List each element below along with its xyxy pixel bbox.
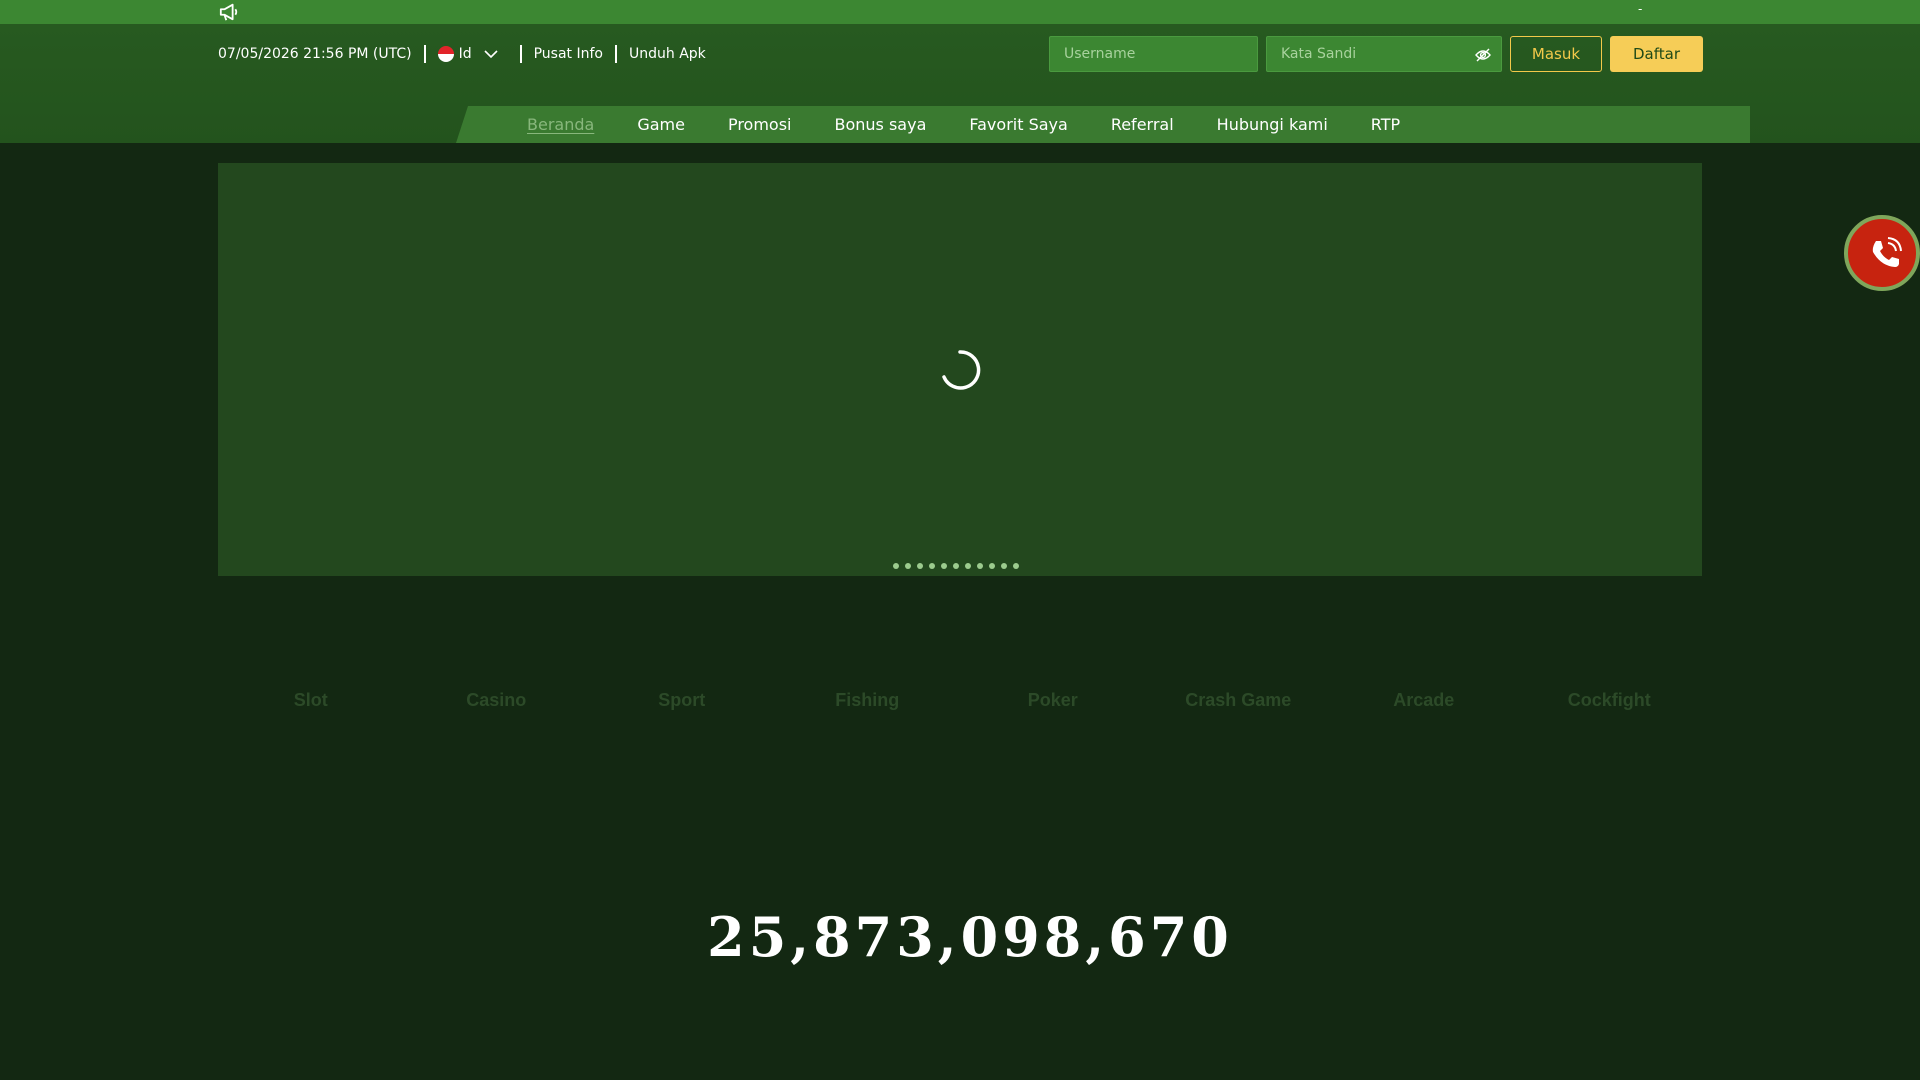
phone-icon bbox=[1872, 237, 1902, 267]
register-button[interactable]: Daftar bbox=[1610, 36, 1703, 72]
carousel-dot[interactable] bbox=[929, 563, 935, 569]
nav-item-bonus-saya[interactable]: Bonus saya bbox=[835, 115, 927, 134]
carousel-dot[interactable] bbox=[1013, 563, 1019, 569]
login-button[interactable]: Masuk bbox=[1510, 36, 1602, 72]
game-category-tabs: Slot Casino Sport Fishing Poker Crash Ga… bbox=[218, 690, 1702, 720]
chevron-down-icon bbox=[484, 50, 498, 59]
megaphone-icon bbox=[219, 3, 238, 21]
nav-item-hubungi-kami[interactable]: Hubungi kami bbox=[1217, 115, 1328, 134]
eye-off-icon[interactable] bbox=[1475, 47, 1491, 63]
carousel-pagination bbox=[893, 563, 1025, 569]
nav-item-referral[interactable]: Referral bbox=[1111, 115, 1174, 134]
carousel-dot[interactable] bbox=[1001, 563, 1007, 569]
jackpot-counter: 25,873,098,670 bbox=[707, 905, 1233, 969]
announcement-bar: - bbox=[0, 0, 1920, 24]
category-fishing[interactable]: Fishing bbox=[775, 690, 961, 720]
category-cockfight[interactable]: Cockfight bbox=[1517, 690, 1703, 720]
divider bbox=[615, 45, 617, 63]
category-crash-game[interactable]: Crash Game bbox=[1146, 690, 1332, 720]
category-slot[interactable]: Slot bbox=[218, 690, 404, 720]
nav-item-favorit-saya[interactable]: Favorit Saya bbox=[969, 115, 1067, 134]
carousel-dot[interactable] bbox=[965, 563, 971, 569]
password-field[interactable] bbox=[1266, 36, 1502, 72]
carousel-dot[interactable] bbox=[893, 563, 899, 569]
username-input[interactable] bbox=[1064, 46, 1243, 62]
username-field[interactable] bbox=[1049, 36, 1258, 72]
category-poker[interactable]: Poker bbox=[960, 690, 1146, 720]
pusat-info-link[interactable]: Pusat Info bbox=[534, 46, 603, 62]
call-button[interactable] bbox=[1844, 215, 1920, 291]
nav-items: Beranda Game Promosi Bonus saya Favorit … bbox=[527, 106, 1443, 143]
language-selector[interactable]: Id bbox=[437, 46, 498, 62]
indonesia-flag-icon bbox=[437, 46, 454, 62]
password-input[interactable] bbox=[1281, 46, 1487, 62]
carousel-dot[interactable] bbox=[953, 563, 959, 569]
carousel-dot[interactable] bbox=[917, 563, 923, 569]
category-casino[interactable]: Casino bbox=[404, 690, 590, 720]
carousel-dot[interactable] bbox=[941, 563, 947, 569]
login-form: Masuk Daftar bbox=[1049, 36, 1703, 72]
nav-item-rtp[interactable]: RTP bbox=[1371, 115, 1400, 134]
carousel-dot[interactable] bbox=[989, 563, 995, 569]
datetime-display: 07/05/2026 21:56 PM (UTC) bbox=[218, 46, 412, 62]
category-arcade[interactable]: Arcade bbox=[1331, 690, 1517, 720]
announcement-text: - bbox=[1638, 2, 1643, 16]
info-row: 07/05/2026 21:56 PM (UTC) Id Pusat Info … bbox=[218, 44, 706, 64]
carousel-dot[interactable] bbox=[905, 563, 911, 569]
language-label: Id bbox=[458, 46, 472, 62]
divider bbox=[423, 45, 426, 63]
download-apk-link[interactable]: Unduh Apk bbox=[629, 46, 706, 62]
nav-item-beranda[interactable]: Beranda bbox=[527, 115, 594, 134]
nav-item-game[interactable]: Game bbox=[637, 115, 685, 134]
divider bbox=[519, 45, 522, 63]
carousel-dot[interactable] bbox=[977, 563, 983, 569]
main-nav: Beranda Game Promosi Bonus saya Favorit … bbox=[456, 106, 1750, 143]
loading-spinner-icon bbox=[942, 350, 981, 390]
category-sport[interactable]: Sport bbox=[589, 690, 775, 720]
nav-item-promosi[interactable]: Promosi bbox=[728, 115, 792, 134]
